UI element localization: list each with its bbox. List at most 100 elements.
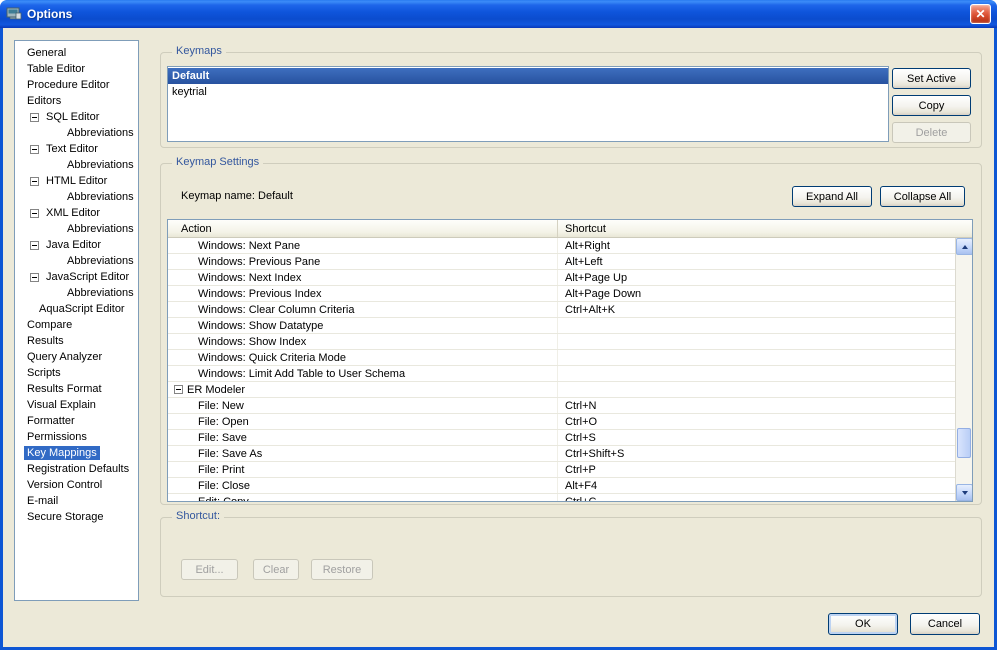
sidebar-item-table-editor[interactable]: Table Editor (15, 61, 138, 77)
scrollbar-thumb[interactable] (957, 428, 971, 458)
sidebar-item-query-analyzer[interactable]: Query Analyzer (15, 349, 138, 365)
table-row[interactable]: Windows: Quick Criteria Mode (168, 350, 955, 366)
sidebar-item-general[interactable]: General (15, 45, 138, 61)
sidebar-item-results-format[interactable]: Results Format (15, 381, 138, 397)
sidebar-item-formatter[interactable]: Formatter (15, 413, 138, 429)
action-cell: File: Open (168, 414, 558, 429)
action-cell: Edit: Copy (168, 494, 558, 501)
keymap-settings-group: Keymap Settings Keymap name: Default Exp… (160, 156, 982, 505)
table-row[interactable]: Windows: Next Index Alt+Page Up (168, 270, 955, 286)
sidebar-item-editors[interactable]: Editors (15, 93, 138, 109)
collapse-toggle-icon[interactable] (30, 272, 39, 282)
sidebar-item-secure-storage[interactable]: Secure Storage (15, 509, 138, 525)
keymap-list: Default keytrial (167, 66, 889, 142)
table-row[interactable]: Windows: Previous Index Alt+Page Down (168, 286, 955, 302)
table-row[interactable]: Windows: Show Datatype (168, 318, 955, 334)
sidebar-item-label: Abbreviations (67, 255, 134, 267)
sidebar-item-abbreviations[interactable]: Abbreviations (15, 125, 138, 141)
table-row[interactable]: File: Print Ctrl+P (168, 462, 955, 478)
table-row[interactable]: Windows: Show Index (168, 334, 955, 350)
edit-button[interactable]: Edit... (181, 559, 238, 580)
collapse-toggle-icon[interactable] (30, 144, 39, 154)
sidebar-item-aquascript-editor[interactable]: AquaScript Editor (15, 301, 138, 317)
table-row[interactable]: File: Open Ctrl+O (168, 414, 955, 430)
collapse-toggle-icon[interactable] (30, 240, 39, 250)
table-row[interactable]: ER Modeler (168, 382, 955, 398)
collapse-toggle-icon[interactable] (30, 176, 39, 186)
shortcut-cell: Alt+Page Down (565, 287, 642, 300)
set-active-button[interactable]: Set Active (892, 68, 971, 89)
cancel-button[interactable]: Cancel (910, 613, 980, 635)
expand-all-button[interactable]: Expand All (792, 186, 872, 207)
table-row[interactable]: File: Save As Ctrl+Shift+S (168, 446, 955, 462)
action-cell: File: Save (168, 430, 558, 445)
sidebar-item-registration-defaults[interactable]: Registration Defaults (15, 461, 138, 477)
sidebar-item-sql-editor[interactable]: SQL Editor (15, 109, 138, 125)
scroll-down-button[interactable] (956, 484, 972, 501)
sidebar-item-key-mappings[interactable]: Key Mappings (15, 445, 138, 461)
shortcut-cell: Ctrl+N (565, 399, 597, 412)
shortcut-cell (558, 350, 955, 365)
scroll-up-button[interactable] (956, 238, 972, 255)
sidebar-item-html-editor[interactable]: HTML Editor (15, 173, 138, 189)
sidebar-item-xml-editor[interactable]: XML Editor (15, 205, 138, 221)
delete-button[interactable]: Delete (892, 122, 971, 143)
sidebar-item-abbreviations[interactable]: Abbreviations (15, 189, 138, 205)
action-label: File: Save (198, 431, 247, 444)
sidebar-item-abbreviations[interactable]: Abbreviations (15, 221, 138, 237)
action-cell: Windows: Show Datatype (168, 318, 558, 333)
sidebar-item-label: Abbreviations (67, 191, 134, 203)
sidebar-item-results[interactable]: Results (15, 333, 138, 349)
column-header-action[interactable]: Action (168, 220, 558, 237)
sidebar-item-version-control[interactable]: Version Control (15, 477, 138, 493)
sidebar-item-e-mail[interactable]: E-mail (15, 493, 138, 509)
shortcut-cell (558, 318, 955, 333)
restore-button[interactable]: Restore (311, 559, 373, 580)
keymap-item-keytrial[interactable]: keytrial (168, 84, 888, 100)
table-row[interactable]: Windows: Previous Pane Alt+Left (168, 254, 955, 270)
collapse-toggle-icon[interactable] (30, 112, 39, 122)
arrow-down-icon (961, 490, 968, 495)
shortcut-cell: Ctrl+Shift+S (565, 447, 625, 460)
close-button[interactable]: ✕ (970, 4, 991, 24)
sidebar-item-compare[interactable]: Compare (15, 317, 138, 333)
table-row[interactable]: Windows: Limit Add Table to User Schema (168, 366, 955, 382)
sidebar-item-abbreviations[interactable]: Abbreviations (15, 157, 138, 173)
sidebar-item-label: Secure Storage (27, 511, 104, 523)
sidebar-item-label: Results Format (27, 383, 102, 395)
table-row[interactable]: Windows: Clear Column Criteria Ctrl+Alt+K (168, 302, 955, 318)
column-header-shortcut[interactable]: Shortcut (558, 220, 972, 237)
sidebar-item-java-editor[interactable]: Java Editor (15, 237, 138, 253)
action-cell: File: Close (168, 478, 558, 493)
sidebar-item-scripts[interactable]: Scripts (15, 365, 138, 381)
shortcut-cell: Ctrl+P (565, 463, 596, 476)
close-icon: ✕ (975, 7, 986, 21)
collapse-all-button[interactable]: Collapse All (880, 186, 965, 207)
sidebar-item-javascript-editor[interactable]: JavaScript Editor (15, 269, 138, 285)
action-cell: File: Save As (168, 446, 558, 461)
collapse-toggle-icon[interactable] (30, 208, 39, 218)
table-row[interactable]: File: Save Ctrl+S (168, 430, 955, 446)
sidebar-item-procedure-editor[interactable]: Procedure Editor (15, 77, 138, 93)
copy-button[interactable]: Copy (892, 95, 971, 116)
table-row[interactable]: File: Close Alt+F4 (168, 478, 955, 494)
sidebar-item-text-editor[interactable]: Text Editor (15, 141, 138, 157)
ok-button[interactable]: OK (828, 613, 898, 635)
sidebar-item-label: JavaScript Editor (46, 271, 130, 283)
sidebar-item-abbreviations[interactable]: Abbreviations (15, 285, 138, 301)
sidebar-item-visual-explain[interactable]: Visual Explain (15, 397, 138, 413)
action-label: File: Close (198, 479, 250, 492)
table-scrollbar[interactable] (955, 238, 972, 501)
table-row[interactable]: File: New Ctrl+N (168, 398, 955, 414)
clear-button[interactable]: Clear (253, 559, 299, 580)
keymap-item-default[interactable]: Default (168, 68, 888, 84)
collapse-toggle-icon[interactable] (174, 385, 183, 394)
table-row[interactable]: Windows: Next Pane Alt+Right (168, 238, 955, 254)
sidebar-item-permissions[interactable]: Permissions (15, 429, 138, 445)
sidebar-item-abbreviations[interactable]: Abbreviations (15, 253, 138, 269)
action-cell: Windows: Limit Add Table to User Schema (168, 366, 558, 381)
table-row[interactable]: Edit: Copy Ctrl+C (168, 494, 955, 501)
sidebar-item-label: Abbreviations (67, 287, 134, 299)
sidebar-tree: General Table Editor Procedure Editor Edito… (14, 40, 139, 601)
action-cell: Windows: Previous Pane (168, 254, 558, 269)
